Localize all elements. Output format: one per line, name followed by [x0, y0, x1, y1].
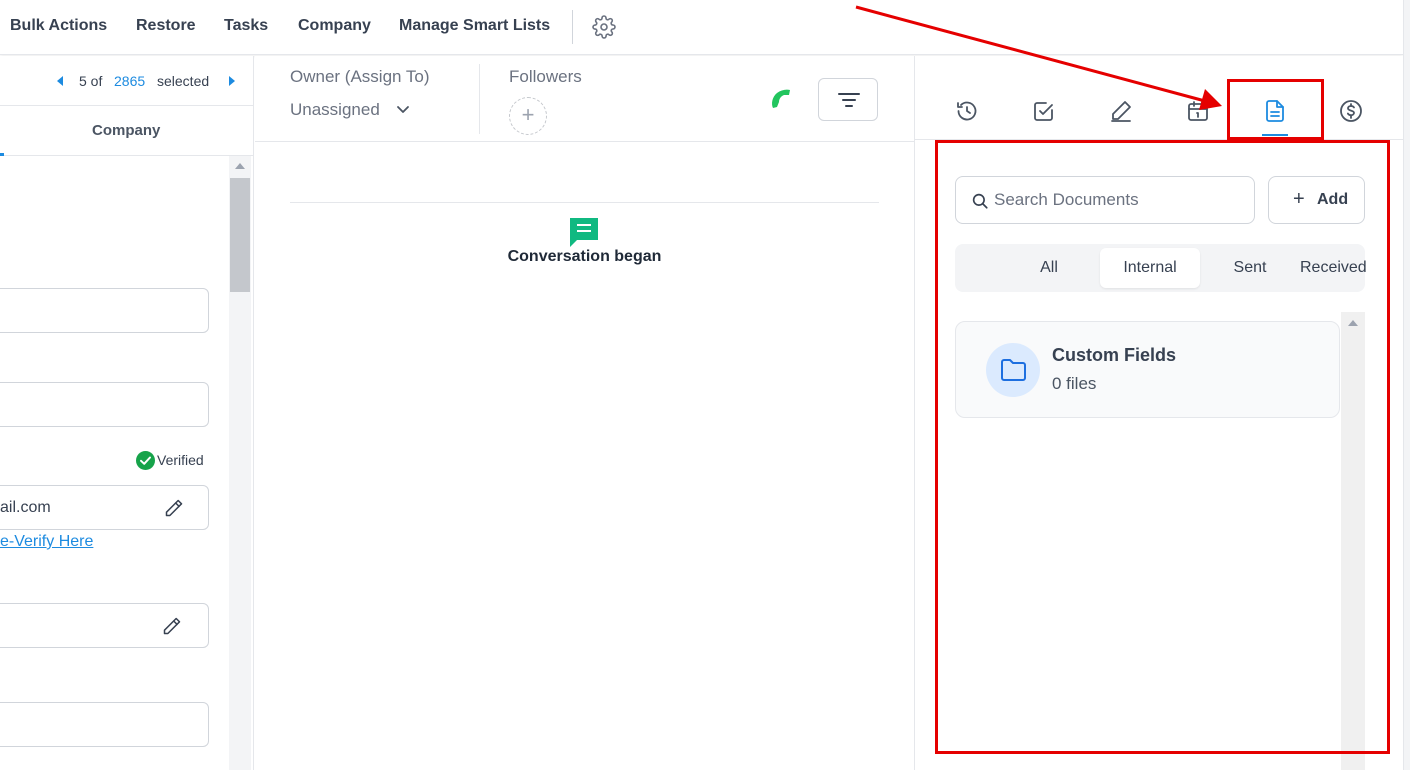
pager-position: 5 of	[79, 73, 103, 89]
nav-manage-smart-lists[interactable]: Manage Smart Lists	[399, 17, 550, 35]
record-pager: 5 of 2865 selected	[0, 56, 254, 106]
left-tabs: Company	[0, 106, 254, 156]
previous-record-icon[interactable]	[57, 76, 63, 86]
next-record-icon[interactable]	[229, 76, 235, 86]
active-tab-indicator	[0, 153, 4, 156]
scroll-thumb[interactable]	[230, 178, 250, 292]
filter-lines-icon	[838, 93, 860, 107]
conversation-header: Owner (Assign To) Unassigned Followers +	[255, 56, 914, 142]
activity-icon[interactable]	[955, 99, 979, 123]
annotation-highlight-panel	[935, 140, 1390, 754]
nav-divider	[572, 10, 573, 44]
left-scrollbar[interactable]	[229, 156, 251, 770]
scroll-up-icon[interactable]	[235, 163, 245, 169]
contact-details-panel: 5 of 2865 selected Company Verified ail.…	[0, 56, 254, 770]
contact-field-2[interactable]	[0, 382, 209, 427]
conversation-panel: Owner (Assign To) Unassigned Followers +…	[255, 56, 914, 770]
followers-label: Followers	[509, 67, 582, 86]
gear-icon[interactable]	[592, 15, 616, 39]
edit-pencil-icon[interactable]	[164, 498, 184, 518]
pager-total: 2865	[114, 73, 146, 89]
chevron-down-icon[interactable]	[395, 101, 411, 117]
reverify-link[interactable]: e-Verify Here	[0, 533, 93, 551]
owner-select[interactable]: Unassigned	[290, 100, 380, 120]
edit-pencil-icon[interactable]	[162, 616, 182, 636]
owner-label: Owner (Assign To)	[290, 67, 430, 86]
contact-field-1[interactable]	[0, 288, 209, 333]
nav-company[interactable]: Company	[298, 17, 371, 35]
nav-tasks[interactable]: Tasks	[224, 17, 268, 35]
email-value: ail.com	[0, 499, 51, 516]
phone-field[interactable]	[0, 603, 209, 648]
email-field[interactable]: ail.com	[0, 485, 209, 530]
header-divider	[479, 64, 480, 134]
conversation-began-text: Conversation began	[507, 248, 662, 265]
appointment-icon[interactable]	[1186, 99, 1210, 123]
nav-bulk-actions[interactable]: Bulk Actions	[10, 17, 107, 35]
payments-icon[interactable]	[1339, 99, 1363, 123]
chat-bubble-icon	[570, 218, 598, 247]
annotation-highlight-tab	[1227, 79, 1324, 140]
filter-button[interactable]	[818, 78, 878, 121]
phone-icon[interactable]	[767, 86, 795, 114]
conversation-divider	[290, 202, 879, 203]
right-tabbar	[915, 56, 1404, 140]
contact-field-5[interactable]	[0, 702, 209, 747]
task-icon[interactable]	[1032, 99, 1056, 123]
tab-company[interactable]: Company	[92, 122, 160, 139]
top-navigation-bar: Bulk Actions Restore Tasks Company Manag…	[0, 0, 1403, 55]
pager-suffix: selected	[157, 73, 210, 89]
nav-restore[interactable]: Restore	[136, 17, 196, 35]
verified-label: Verified	[157, 452, 204, 468]
notes-icon[interactable]	[1109, 99, 1133, 123]
window-edge	[1403, 0, 1410, 770]
add-follower-button[interactable]: +	[509, 97, 547, 135]
check-circle-icon	[136, 451, 155, 470]
